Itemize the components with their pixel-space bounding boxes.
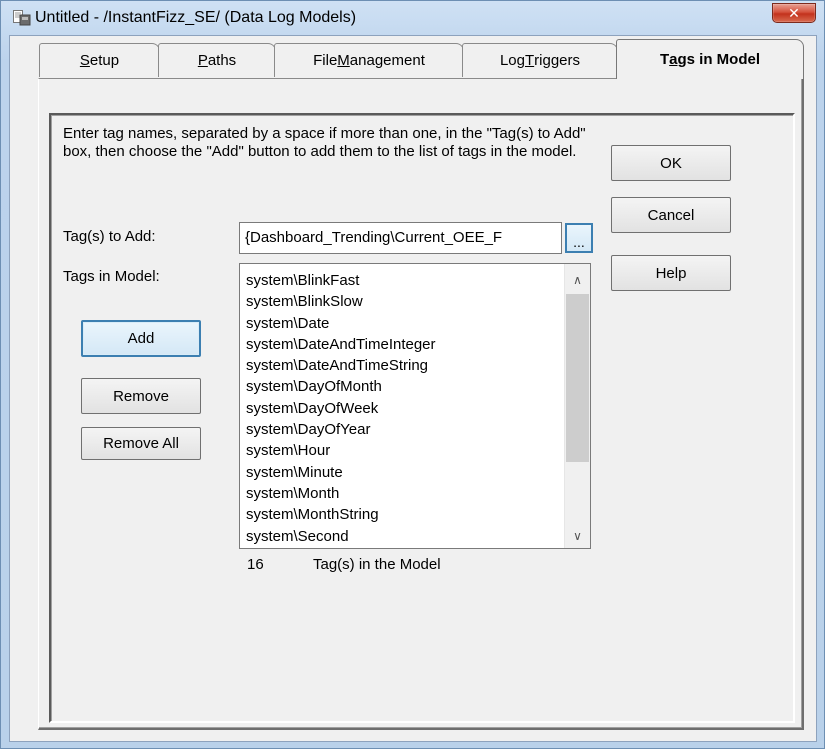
list-item[interactable]: system\DateAndTimeString [246,355,436,376]
instructions-text: Enter tag names, separated by a space if… [63,125,586,160]
list-item[interactable]: system\DayOfYear [246,419,436,440]
tab-tags-in-model[interactable]: Ta gs in Model [616,39,804,79]
tab-paths[interactable]: Paths [158,43,276,77]
cancel-button[interactable]: Cancel [611,197,731,233]
scroll-up-icon[interactable]: ∧ [565,270,590,290]
tags-in-model-label: Tags in Model: [63,268,160,285]
list-scrollbar[interactable]: ∧ ∨ [564,264,590,548]
app-icon [13,10,31,26]
close-icon: ✕ [788,4,800,21]
ok-button[interactable]: OK [611,145,731,181]
list-item[interactable]: system\Minute [246,462,436,483]
list-item[interactable]: system\Month [246,483,436,504]
add-button[interactable]: Add [81,320,201,357]
help-button[interactable]: Help [611,255,731,291]
tab-file-management[interactable]: File Management [274,43,464,77]
window-title: Untitled - /InstantFizz_SE/ (Data Log Mo… [35,9,357,26]
scroll-down-icon[interactable]: ∨ [565,526,590,546]
scroll-thumb[interactable] [566,294,589,462]
tags-listbox[interactable]: system\BlinkFast system\BlinkSlow system… [239,263,591,549]
tags-to-add-input[interactable]: {Dashboard_Trending\Current_OEE_F [239,222,562,254]
dialog-window: Untitled - /InstantFizz_SE/ (Data Log Mo… [0,0,825,749]
list-item[interactable]: system\Hour [246,440,436,461]
remove-all-button[interactable]: Remove All [81,427,201,460]
tab-setup[interactable]: Setup [39,43,160,77]
list-item[interactable]: system\Second [246,526,436,547]
tags-to-add-label: Tag(s) to Add: [63,228,156,245]
tag-count-value: 16 [247,556,264,573]
list-item[interactable]: system\DayOfWeek [246,398,436,419]
list-item[interactable]: system\Date [246,313,436,334]
list-item[interactable]: system\MonthString [246,504,436,525]
remove-button[interactable]: Remove [81,378,201,414]
browse-button[interactable]: ... [565,223,593,253]
list-item[interactable]: system\DateAndTimeInteger [246,334,436,355]
list-item[interactable]: system\BlinkFast [246,270,436,291]
tab-log-triggers[interactable]: Log Triggers [462,43,618,77]
list-item[interactable]: system\DayOfMonth [246,376,436,397]
title-bar[interactable]: Untitled - /InstantFizz_SE/ (Data Log Mo… [1,1,824,35]
list-item[interactable]: system\BlinkSlow [246,291,436,312]
tag-count-label: Tag(s) in the Model [313,556,441,573]
close-button[interactable]: ✕ [772,3,816,23]
